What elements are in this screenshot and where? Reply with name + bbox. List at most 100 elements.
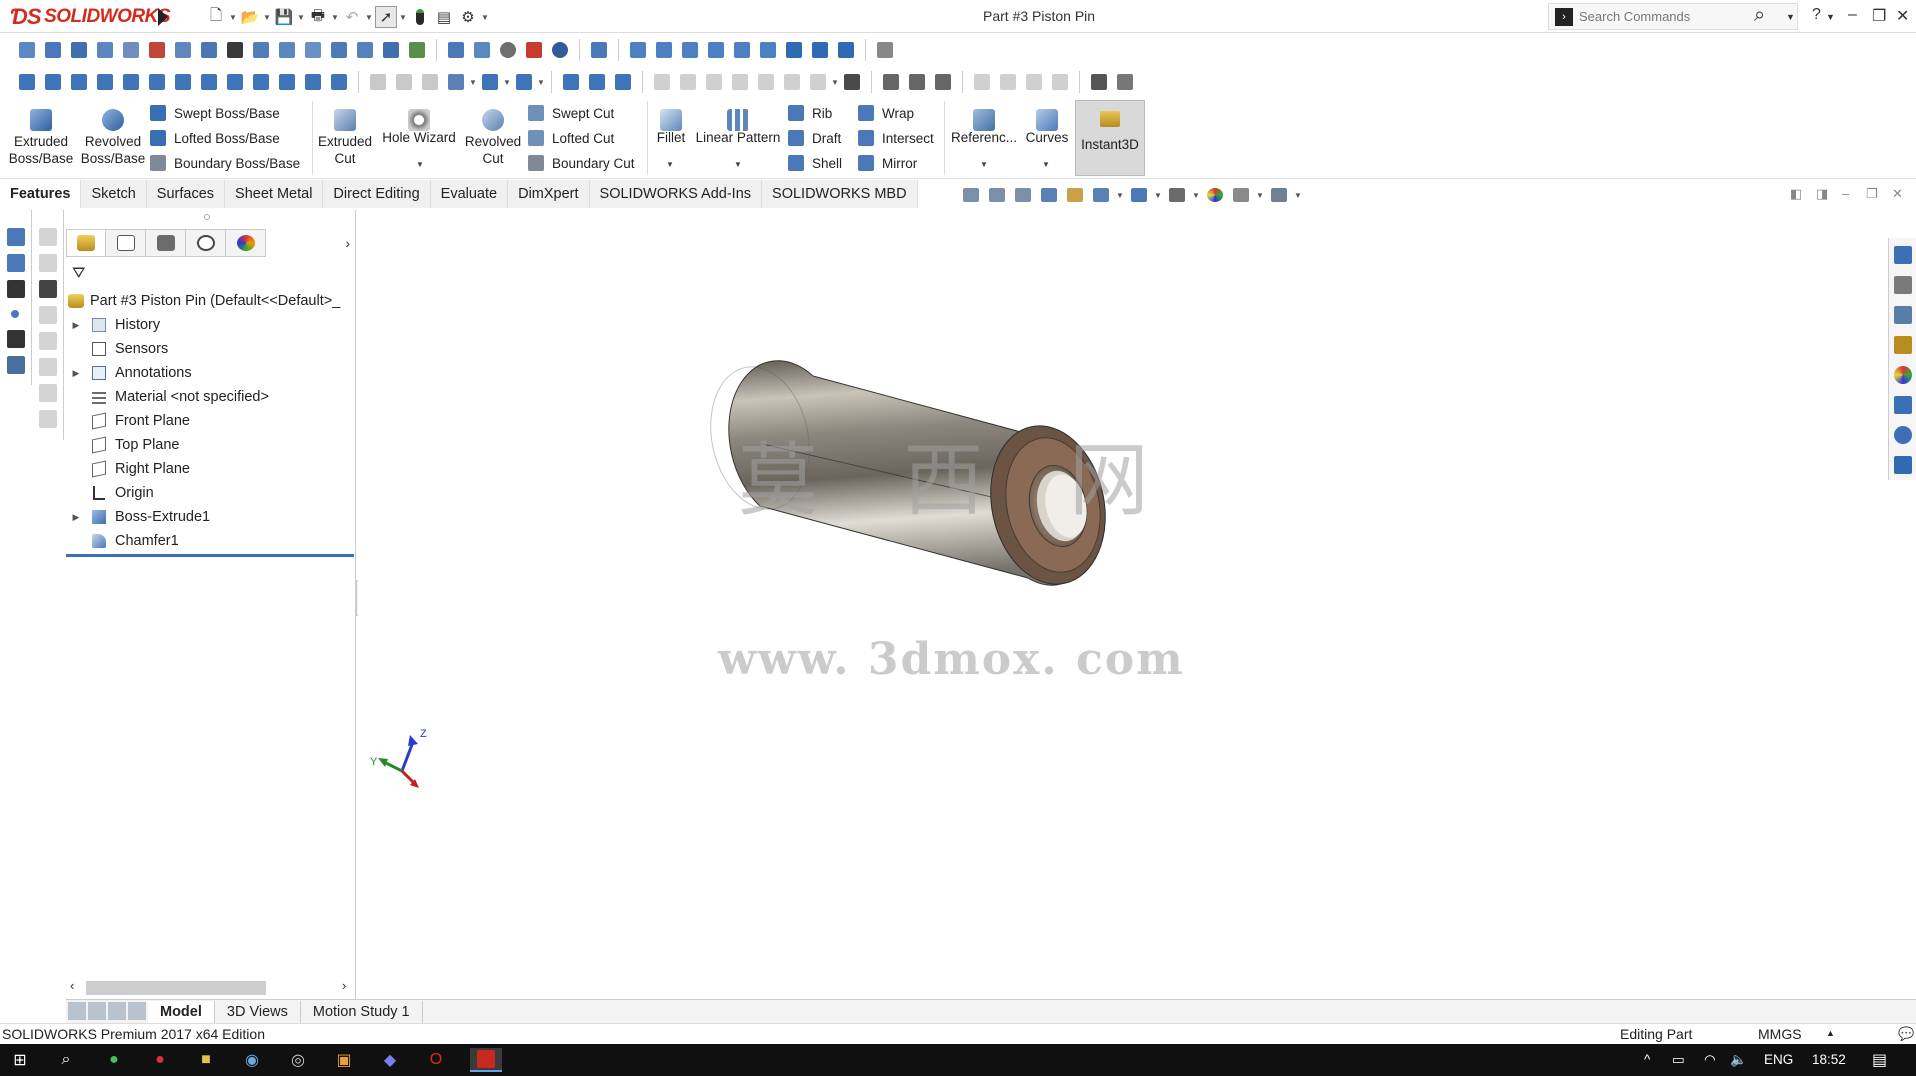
- panel-grip-icon[interactable]: [204, 214, 210, 220]
- propertymanager-tab[interactable]: [106, 229, 146, 257]
- chevron-down-icon[interactable]: ▼: [365, 13, 373, 22]
- opera-icon[interactable]: O: [424, 1048, 448, 1072]
- select-cursor-icon[interactable]: ➚: [375, 6, 397, 28]
- expand-arrow-icon[interactable]: ▶: [70, 512, 82, 523]
- app-icon[interactable]: ●: [102, 1048, 126, 1072]
- dome-icon[interactable]: [198, 71, 220, 93]
- weldment-icon[interactable]: [1088, 71, 1110, 93]
- feature-tree-item[interactable]: Sensors: [66, 337, 354, 361]
- apply-scene-icon[interactable]: [1230, 185, 1252, 205]
- battery-icon[interactable]: ▭: [1672, 1052, 1685, 1068]
- configurationmanager-tab[interactable]: [146, 229, 186, 257]
- disabled-tool-icon[interactable]: [729, 71, 751, 93]
- feature-tree-item[interactable]: Right Plane: [66, 457, 354, 481]
- indent-icon[interactable]: [276, 71, 298, 93]
- tab-sheet-metal[interactable]: Sheet Metal: [225, 180, 324, 208]
- extruded-cut-button[interactable]: Extruded Cut: [314, 97, 376, 179]
- dimetric-view-icon[interactable]: [835, 39, 857, 61]
- next-tab-icon[interactable]: [108, 1001, 126, 1020]
- disabled-tool-icon[interactable]: [997, 71, 1019, 93]
- restore-icon[interactable]: ❐: [1866, 186, 1878, 202]
- chevron-down-icon[interactable]: ▼: [331, 13, 339, 22]
- datum-icon[interactable]: [39, 358, 57, 376]
- action-center-icon[interactable]: ▤: [1872, 1050, 1887, 1070]
- chevron-down-icon[interactable]: ▼: [229, 13, 237, 22]
- mass-properties-icon[interactable]: [68, 39, 90, 61]
- previous-tab-icon[interactable]: [88, 1001, 106, 1020]
- helix-icon[interactable]: [513, 71, 535, 93]
- hole-toolbar-icon[interactable]: [612, 71, 634, 93]
- zebra-stripes-icon[interactable]: [354, 39, 376, 61]
- relations-icon[interactable]: [7, 356, 25, 374]
- hide-show-items-icon[interactable]: [1166, 185, 1188, 205]
- smart-dimension-icon[interactable]: [7, 280, 25, 298]
- featuremanager-tab[interactable]: [66, 229, 106, 257]
- minimize-icon[interactable]: –: [1848, 6, 1857, 24]
- design-checker-icon[interactable]: [445, 39, 467, 61]
- chevron-down-icon[interactable]: ▼: [1786, 12, 1795, 22]
- tab-direct-editing[interactable]: Direct Editing: [323, 180, 431, 208]
- left-view-icon[interactable]: [679, 39, 701, 61]
- fillet-toolbar-icon[interactable]: [560, 71, 582, 93]
- feature-tree-item[interactable]: ▶ Annotations: [66, 361, 354, 385]
- help-icon[interactable]: ?: [1812, 6, 1821, 24]
- text-icon[interactable]: [39, 280, 57, 298]
- draft-analysis-icon[interactable]: [276, 39, 298, 61]
- boundary-cut-button[interactable]: Boundary Cut: [528, 151, 635, 175]
- app-icon[interactable]: ●: [148, 1048, 172, 1072]
- reference-geometry-icon[interactable]: [445, 71, 467, 93]
- file-explorer-icon[interactable]: ■: [194, 1048, 218, 1072]
- open-document-icon[interactable]: 📂: [239, 6, 261, 28]
- mirror-button[interactable]: Mirror: [858, 151, 917, 175]
- dimxpertmanager-tab[interactable]: [186, 229, 226, 257]
- intersect-button[interactable]: Intersect: [858, 126, 934, 150]
- surface-finish-icon[interactable]: [39, 306, 57, 324]
- horizontal-scrollbar[interactable]: ‹ ›: [66, 978, 356, 996]
- move-face-icon[interactable]: [367, 71, 389, 93]
- bottom-view-icon[interactable]: [757, 39, 779, 61]
- tab-features[interactable]: Features: [0, 180, 82, 208]
- chevron-down-icon[interactable]: ▼: [481, 13, 489, 22]
- tab-evaluate[interactable]: Evaluate: [430, 180, 509, 208]
- geometric-tolerance-icon[interactable]: [39, 384, 57, 402]
- top-view-icon[interactable]: [731, 39, 753, 61]
- chevron-down-icon[interactable]: ▼: [831, 78, 839, 87]
- solidworks-forum-icon[interactable]: [1894, 426, 1912, 444]
- curvature-icon[interactable]: [250, 39, 272, 61]
- line-icon[interactable]: [7, 254, 25, 272]
- units-selector[interactable]: MMGS: [1758, 1026, 1802, 1042]
- first-tab-icon[interactable]: [68, 1001, 86, 1020]
- app-icon[interactable]: ◎: [286, 1048, 310, 1072]
- disabled-tool-icon[interactable]: [677, 71, 699, 93]
- deform-icon[interactable]: [250, 71, 272, 93]
- chevron-down-icon[interactable]: ▼: [469, 78, 477, 87]
- tab-solidworks-addins[interactable]: SOLIDWORKS Add-Ins: [589, 180, 763, 208]
- symmetry-check-icon[interactable]: [302, 39, 324, 61]
- compare-icon[interactable]: [406, 39, 428, 61]
- wifi-icon[interactable]: ◠: [1704, 1052, 1716, 1068]
- print-icon[interactable]: 🖶: [307, 6, 329, 28]
- zoom-to-area-icon[interactable]: [986, 185, 1008, 205]
- tree-root-part[interactable]: Part #3 Piston Pin (Default<<Default>_: [68, 290, 356, 312]
- chat-icon[interactable]: [1894, 456, 1912, 474]
- feature-tree-item[interactable]: Material <not specified>: [66, 385, 354, 409]
- disabled-tool-icon[interactable]: [807, 71, 829, 93]
- thicken-icon[interactable]: [146, 71, 168, 93]
- model-view[interactable]: Z Y: [358, 210, 1886, 1000]
- zoom-to-fit-icon[interactable]: [960, 185, 982, 205]
- panel-icon[interactable]: ◧: [1790, 186, 1802, 202]
- cosmetic-thread-icon[interactable]: [39, 410, 57, 428]
- tab-solidworks-mbd[interactable]: SOLIDWORKS MBD: [762, 180, 918, 208]
- panel-icon[interactable]: ◨: [1816, 186, 1828, 202]
- scroll-left-icon[interactable]: ‹: [70, 978, 74, 993]
- language-indicator[interactable]: ENG: [1764, 1052, 1793, 1067]
- thickness-analysis-icon[interactable]: [328, 39, 350, 61]
- tab-model[interactable]: Model: [148, 1000, 215, 1023]
- solidworks-taskbar-icon[interactable]: [470, 1048, 502, 1072]
- rollback-bar[interactable]: [66, 554, 354, 557]
- check-sketch-icon[interactable]: [497, 39, 519, 61]
- normal-to-icon[interactable]: [588, 39, 610, 61]
- feature-tree-item[interactable]: ▶ Boss-Extrude1: [66, 505, 354, 529]
- wrap-button[interactable]: Wrap: [858, 101, 914, 125]
- umbrella-tool-icon[interactable]: [841, 71, 863, 93]
